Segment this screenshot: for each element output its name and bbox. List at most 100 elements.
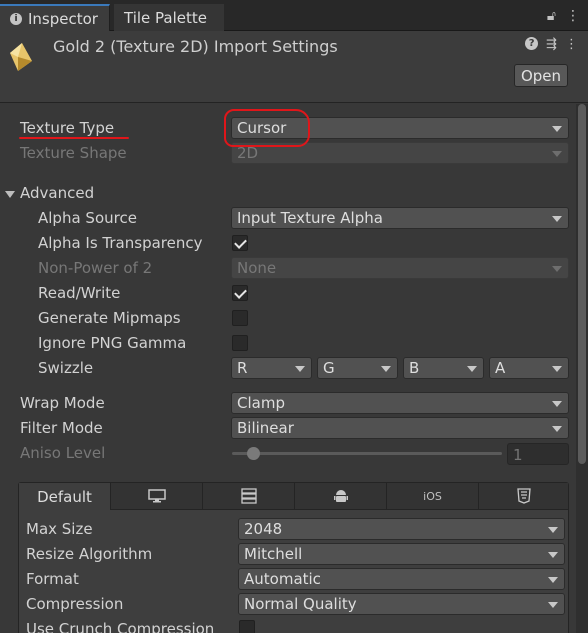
tab-default-label: Default — [37, 487, 92, 506]
wrap-mode-label: Wrap Mode — [20, 394, 105, 412]
swizzle-b-dropdown[interactable]: B — [403, 357, 484, 379]
max-size-dropdown[interactable]: 2048 — [238, 518, 565, 540]
foldout-arrow-icon[interactable] — [5, 191, 15, 198]
alpha-is-transparency-label: Alpha Is Transparency — [38, 234, 203, 252]
max-size-value: 2048 — [244, 520, 283, 538]
swizzle-b-value: B — [409, 359, 420, 377]
chevron-down-icon — [552, 401, 562, 407]
tab-tools: 🔓︎ ⋮ — [547, 8, 580, 24]
chevron-down-icon — [295, 366, 305, 372]
chevron-down-icon — [548, 552, 558, 558]
ios-icon: iOS — [423, 489, 442, 503]
tab-inspector-label: Inspector — [28, 9, 98, 28]
lock-icon[interactable]: 🔓︎ — [547, 8, 556, 24]
platform-settings-panel: Default iOS Max Size 2048 Resize Algorit… — [18, 482, 569, 633]
chevron-down-icon — [552, 366, 562, 372]
use-crunch-compression-checkbox[interactable] — [239, 620, 255, 633]
read-write-checkbox[interactable] — [232, 285, 248, 301]
swizzle-a-value: A — [495, 359, 506, 377]
aniso-level-slider-track — [232, 452, 502, 455]
aniso-level-label: Aniso Level — [20, 444, 106, 462]
chevron-down-icon — [552, 151, 562, 157]
android-icon — [333, 490, 348, 502]
tab-webgl[interactable] — [479, 483, 568, 509]
chevron-down-icon — [548, 527, 558, 533]
alpha-is-transparency-checkbox[interactable] — [232, 235, 248, 251]
aniso-level-slider-handle — [247, 447, 260, 460]
swizzle-g-value: G — [323, 359, 335, 377]
header-icons: ? ⇶ ⋮ — [525, 37, 578, 52]
html5-icon — [516, 488, 531, 504]
monitor-icon — [147, 489, 166, 503]
scrollbar-thumb[interactable] — [578, 104, 586, 464]
more-options-icon[interactable]: ⋮ — [566, 8, 580, 24]
tab-inspector[interactable]: i Inspector — [0, 4, 110, 31]
non-power-of-2-value: None — [237, 259, 277, 277]
non-power-of-2-label: Non-Power of 2 — [38, 259, 153, 277]
non-power-of-2-dropdown: None — [231, 257, 569, 279]
wrap-mode-value: Clamp — [237, 394, 285, 412]
more-options-icon[interactable]: ⋮ — [565, 37, 578, 52]
swizzle-r-dropdown[interactable]: R — [231, 357, 312, 379]
chevron-down-icon — [467, 366, 477, 372]
max-size-label: Max Size — [26, 520, 93, 538]
chevron-down-icon — [552, 216, 562, 222]
server-icon — [240, 488, 257, 504]
chevron-down-icon — [552, 126, 562, 132]
inspector-scrollbar[interactable] — [576, 104, 588, 633]
swizzle-a-dropdown[interactable]: A — [489, 357, 569, 379]
resize-algorithm-value: Mitchell — [244, 545, 303, 563]
ignore-png-gamma-label: Ignore PNG Gamma — [38, 334, 187, 352]
chevron-down-icon — [548, 577, 558, 583]
texture-type-label: Texture Type — [20, 119, 115, 137]
texture-shape-label: Texture Shape — [20, 144, 127, 162]
filter-mode-dropdown[interactable]: Bilinear — [231, 417, 569, 439]
tab-android[interactable] — [295, 483, 387, 509]
tab-tile-palette[interactable]: Tile Palette — [114, 4, 224, 31]
swizzle-r-value: R — [237, 359, 248, 377]
wrap-mode-dropdown[interactable]: Clamp — [231, 392, 569, 414]
texture-asset-icon — [10, 43, 32, 71]
resize-algorithm-dropdown[interactable]: Mitchell — [238, 543, 565, 565]
alpha-source-dropdown[interactable]: Input Texture Alpha — [231, 207, 569, 229]
chevron-down-icon — [552, 426, 562, 432]
tab-default[interactable]: Default — [19, 483, 111, 510]
filter-mode-label: Filter Mode — [20, 419, 103, 437]
page-title: Gold 2 (Texture 2D) Import Settings — [53, 37, 338, 56]
read-write-label: Read/Write — [38, 284, 121, 302]
tab-server[interactable] — [203, 483, 295, 509]
filter-mode-value: Bilinear — [237, 419, 294, 437]
platform-tabs: Default iOS — [19, 483, 568, 510]
format-value: Automatic — [244, 570, 321, 588]
swizzle-g-dropdown[interactable]: G — [317, 357, 398, 379]
generate-mipmaps-label: Generate Mipmaps — [38, 309, 181, 327]
chevron-down-icon — [552, 266, 562, 272]
tab-ios[interactable]: iOS — [387, 483, 479, 509]
info-icon: i — [10, 12, 22, 25]
advanced-foldout[interactable]: Advanced — [20, 184, 94, 202]
alpha-source-value: Input Texture Alpha — [237, 209, 383, 227]
aniso-level-field: 1 — [507, 443, 569, 465]
tab-standalone[interactable] — [111, 483, 203, 509]
use-crunch-compression-label: Use Crunch Compression — [26, 620, 215, 633]
resize-algorithm-label: Resize Algorithm — [26, 545, 153, 563]
compression-dropdown[interactable]: Normal Quality — [238, 593, 565, 615]
annotation-underline — [19, 137, 129, 139]
preset-icon[interactable]: ⇶ — [546, 37, 557, 52]
help-icon[interactable]: ? — [525, 37, 539, 50]
compression-label: Compression — [26, 595, 124, 613]
ignore-png-gamma-checkbox[interactable] — [232, 335, 248, 351]
swizzle-label: Swizzle — [38, 359, 94, 377]
open-button[interactable]: Open — [514, 64, 568, 87]
aniso-level-value: 1 — [513, 446, 523, 464]
chevron-down-icon — [548, 602, 558, 608]
compression-value: Normal Quality — [244, 595, 357, 613]
format-dropdown[interactable]: Automatic — [238, 568, 565, 590]
chevron-down-icon — [381, 366, 391, 372]
inspector-tabbar: i Inspector Tile Palette 🔓︎ ⋮ — [0, 0, 588, 31]
alpha-source-label: Alpha Source — [38, 209, 137, 227]
format-label: Format — [26, 570, 79, 588]
asset-header: Gold 2 (Texture 2D) Import Settings ? ⇶ … — [0, 31, 588, 103]
generate-mipmaps-checkbox[interactable] — [232, 310, 248, 326]
tab-tile-palette-label: Tile Palette — [124, 8, 207, 27]
